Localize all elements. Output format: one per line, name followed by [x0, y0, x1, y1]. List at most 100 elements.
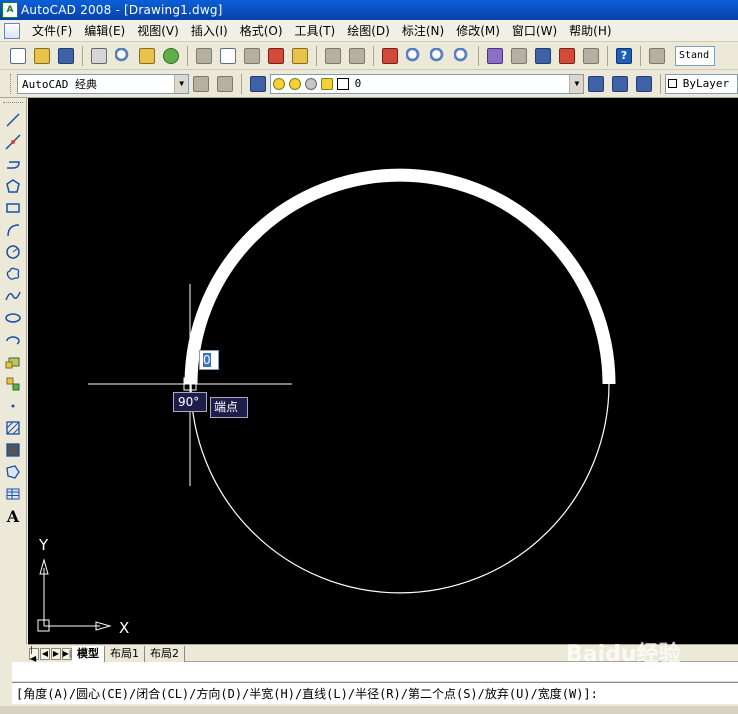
rectangle-tool-button[interactable] [3, 198, 23, 218]
publish-button[interactable] [137, 46, 157, 66]
table-tool-button[interactable] [3, 484, 23, 504]
zoom-realtime-icon [406, 47, 422, 64]
workspace-save-button[interactable] [215, 74, 235, 94]
color-dropdown[interactable]: ByLayer [664, 73, 738, 94]
open-button[interactable] [32, 46, 52, 66]
sheet-set-button[interactable] [557, 46, 577, 66]
bulb-on-icon[interactable] [272, 77, 285, 90]
ellipse-tool-button[interactable] [3, 308, 23, 328]
line-tool-button[interactable] [3, 110, 23, 130]
toolbar-grip[interactable] [10, 73, 13, 94]
gradient-tool-button[interactable] [3, 440, 23, 460]
ucs-x-label: X [119, 619, 129, 637]
menu-view[interactable]: 视图(V) [131, 21, 185, 41]
print-preview-button[interactable] [113, 46, 133, 66]
new-button[interactable] [8, 46, 28, 66]
chevron-down-icon[interactable]: ▼ [569, 74, 584, 93]
text-style-dropdown[interactable]: Stand [675, 45, 715, 66]
first-tab-button[interactable]: |◀ [29, 645, 39, 663]
dynamic-input-field[interactable]: 0 [199, 350, 219, 370]
make-current-button[interactable] [586, 74, 606, 94]
properties-button[interactable] [485, 46, 505, 66]
revision-cloud-button[interactable] [3, 264, 23, 284]
layer-properties-button[interactable] [248, 74, 268, 94]
zoom-realtime-button[interactable] [404, 46, 424, 66]
match-properties-button[interactable] [266, 46, 286, 66]
table-icon [6, 488, 20, 500]
command-prompt[interactable]: [角度(A)/圆心(CE)/闭合(CL)/方向(D)/半宽(H)/直线(L)/半… [12, 682, 738, 704]
calculator-button[interactable] [581, 46, 601, 66]
layer-dropdown[interactable]: 0 ▼ [269, 73, 585, 94]
next-tab-button[interactable]: ▶ [51, 647, 61, 660]
circle-tool-button[interactable] [3, 242, 23, 262]
save-workspace-icon [216, 75, 233, 92]
menu-window[interactable]: 窗口(W) [506, 21, 563, 41]
layer-previous-icon [612, 75, 629, 92]
block-editor-button[interactable] [290, 46, 310, 66]
tool-palettes-button[interactable] [533, 46, 553, 66]
menu-draw[interactable]: 绘图(D) [341, 21, 396, 41]
document-icon[interactable] [4, 22, 20, 39]
draw-toolbar: A [0, 98, 27, 644]
tab-layout1[interactable]: 布局1 [105, 645, 145, 662]
polyline-tool-button[interactable] [3, 154, 23, 174]
menu-edit[interactable]: 编辑(E) [78, 21, 131, 41]
color-value: ByLayer [682, 77, 730, 90]
multiline-text-button[interactable]: A [3, 506, 23, 526]
undo-button[interactable] [323, 46, 343, 66]
layer-previous-button[interactable] [610, 74, 630, 94]
save-button[interactable] [56, 46, 76, 66]
tab-layout2[interactable]: 布局2 [145, 645, 185, 662]
hatch-tool-button[interactable] [3, 418, 23, 438]
layer-states-button[interactable] [634, 74, 654, 94]
menu-insert[interactable]: 插入(I) [185, 21, 234, 41]
viewport-icon[interactable] [304, 77, 317, 90]
scissors-icon [196, 47, 212, 64]
menu-file[interactable]: 文件(F) [26, 21, 78, 41]
menu-modify[interactable]: 修改(M) [450, 21, 506, 41]
toolbar-grip[interactable] [3, 102, 23, 106]
menu-dimension[interactable]: 标注(N) [396, 21, 450, 41]
toolbar-separator [316, 45, 317, 66]
3d-dwf-button[interactable] [161, 46, 181, 66]
prev-tab-button[interactable]: ◀ [40, 647, 50, 660]
gear-icon [193, 75, 210, 92]
menu-tools[interactable]: 工具(T) [289, 21, 342, 41]
print-button[interactable] [89, 46, 109, 66]
text-style-button[interactable] [647, 46, 667, 66]
baidu-watermark: Baidu经验 [566, 642, 681, 667]
menu-help[interactable]: 帮助(H) [563, 21, 617, 41]
line-icon [6, 113, 20, 127]
point-icon [11, 404, 15, 408]
pan-button[interactable] [380, 46, 400, 66]
drawing-canvas[interactable]: Y X 0 90° 端点 [28, 98, 738, 644]
ucs-y-label: Y [38, 536, 49, 554]
lock-icon[interactable] [320, 77, 333, 90]
design-center-button[interactable] [509, 46, 529, 66]
tab-model[interactable]: 模型 [72, 645, 105, 662]
workspace-settings-button[interactable] [191, 74, 211, 94]
zoom-window-button[interactable] [428, 46, 448, 66]
help-button[interactable]: ? [614, 46, 634, 66]
construction-line-button[interactable] [3, 132, 23, 152]
menu-format[interactable]: 格式(O) [234, 21, 289, 41]
brush-icon [268, 47, 284, 64]
region-tool-button[interactable] [3, 462, 23, 482]
point-tool-button[interactable] [3, 396, 23, 416]
insert-block-button[interactable] [3, 352, 23, 372]
chevron-down-icon[interactable]: ▼ [174, 74, 189, 93]
make-block-button[interactable] [3, 374, 23, 394]
zoom-previous-button[interactable] [452, 46, 472, 66]
paste-button[interactable] [242, 46, 262, 66]
sun-thaw-icon[interactable] [288, 77, 301, 90]
color-swatch-icon [667, 79, 677, 88]
workspace-dropdown[interactable]: AutoCAD 经典 ▼ [16, 73, 190, 94]
spline-tool-button[interactable] [3, 286, 23, 306]
polygon-tool-button[interactable] [3, 176, 23, 196]
last-tab-button[interactable]: ▶| [62, 647, 72, 660]
ellipse-arc-tool-button[interactable] [3, 330, 23, 350]
cut-button[interactable] [194, 46, 214, 66]
arc-tool-button[interactable] [3, 220, 23, 240]
copy-button[interactable] [218, 46, 238, 66]
redo-button[interactable] [347, 46, 367, 66]
